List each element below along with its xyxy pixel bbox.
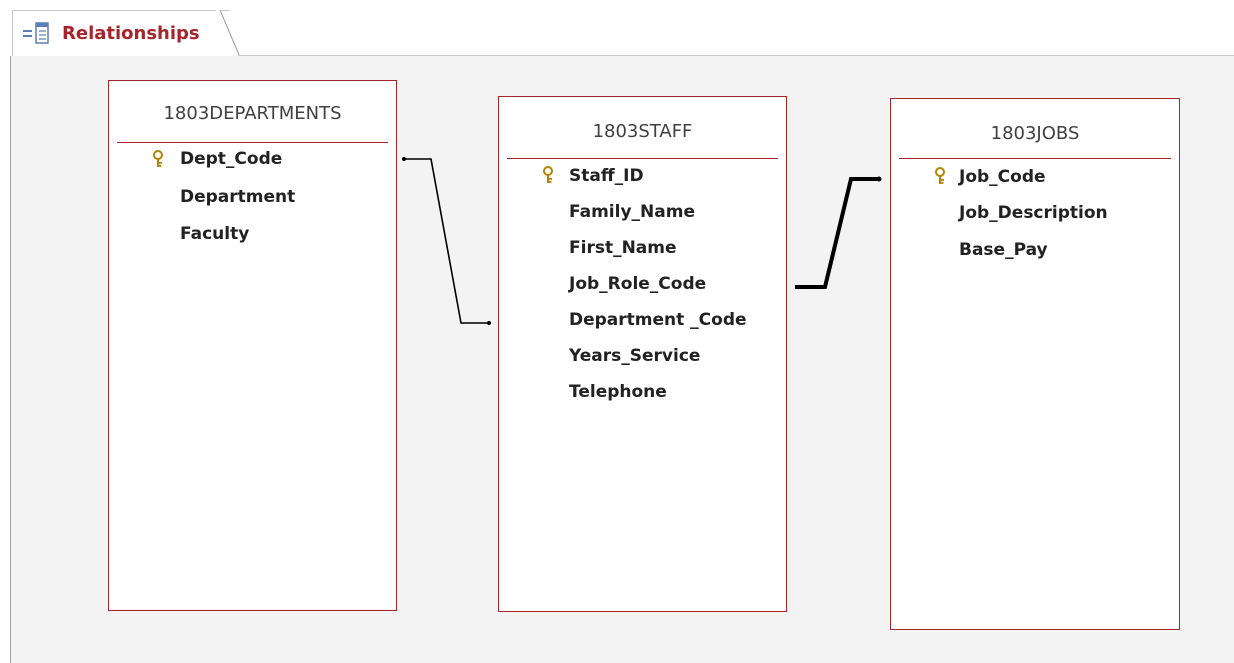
tab-edge: [216, 10, 240, 56]
relationships-icon: [23, 22, 49, 44]
document-tab-strip: Relationships: [0, 0, 1234, 56]
relationship-line-jobs-staff[interactable]: [795, 176, 882, 289]
relationships-canvas[interactable]: 1803DEPARTMENTS Dept_Code Department Fac…: [10, 56, 1234, 663]
relationship-line-departments-staff[interactable]: [402, 157, 491, 325]
tab-label: Relationships: [62, 23, 200, 44]
relationship-lines: [402, 157, 882, 325]
relationships-tab[interactable]: Relationships: [12, 10, 230, 56]
